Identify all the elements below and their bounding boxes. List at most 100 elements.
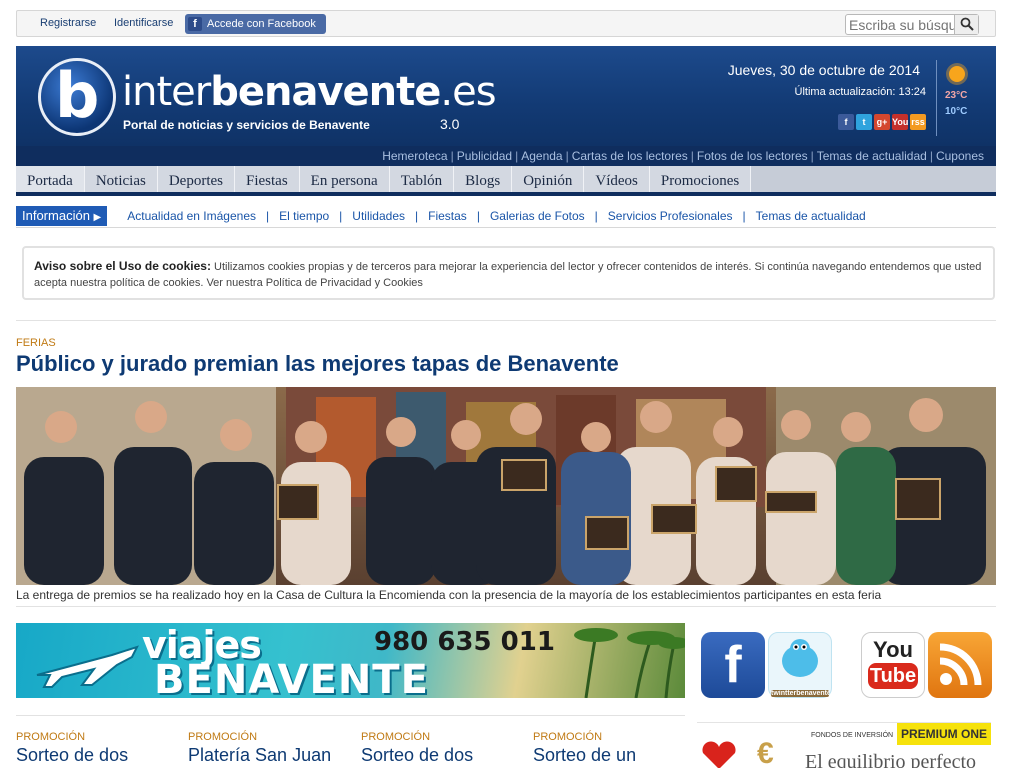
site-header: b interbenavente.es Portal de noticias y… — [16, 46, 996, 146]
secondary-links: Hemeroteca | Publicidad | Agenda | Cartas de l… — [16, 146, 996, 166]
separator: | — [339, 208, 343, 223]
cookie-notice: Aviso sobre el Uso de cookies: Utilizamo… — [22, 246, 995, 300]
airplane-icon — [36, 645, 139, 688]
facebook-icon: f — [724, 636, 742, 694]
secondary-link-cupones[interactable]: Cupones — [936, 149, 984, 163]
promo-title[interactable]: Sorteo de dos — [16, 745, 176, 765]
ad-tagline: El equilibrio perfecto — [805, 751, 977, 768]
nav-tab-vídeos[interactable]: Vídeos — [584, 166, 650, 192]
info-link-temas-de-actualidad[interactable]: Temas de actualidad — [756, 209, 866, 223]
site-logo[interactable]: b — [38, 58, 116, 136]
facebook-login-button[interactable]: f Accede con Facebook — [185, 14, 326, 34]
promo-title[interactable]: Sorteo de dos — [361, 745, 521, 765]
promo-item[interactable]: PROMOCIÓN Sorteo de un — [533, 731, 693, 765]
login-link[interactable]: Identificarse — [114, 17, 173, 29]
facebook-icon[interactable]: f — [838, 114, 854, 130]
nav-tab-promociones[interactable]: Promociones — [649, 166, 752, 192]
temperature-low: 10°C — [945, 106, 968, 117]
promo-title[interactable]: Sorteo de un — [533, 745, 693, 765]
sun-icon — [949, 66, 965, 82]
secondary-link-hemeroteca[interactable]: Hemeroteca — [382, 149, 447, 163]
weather-widget[interactable]: 23°C 10°C — [936, 60, 996, 136]
info-link-utilidades[interactable]: Utilidades — [352, 209, 405, 223]
story-photo[interactable] — [16, 387, 996, 585]
info-link-galerias-de-fotos[interactable]: Galerias de Fotos — [490, 209, 585, 223]
youtube-icon[interactable]: You — [892, 114, 908, 130]
twitter-label: twintterbenavente — [771, 690, 829, 697]
euro-icon: € — [757, 737, 774, 768]
heart-icon — [702, 741, 736, 768]
banner-brand: BENAVENTE — [154, 657, 429, 698]
promo-title[interactable]: Platería San Juan — [188, 745, 348, 765]
separator: | — [594, 208, 598, 223]
top-bar: Registrarse Identificarse f Accede con F… — [16, 10, 996, 37]
nav-tab-tablón[interactable]: Tablón — [389, 166, 455, 192]
banner-phone: 980 635 011 — [374, 627, 555, 657]
info-label[interactable]: Información ▶ — [16, 205, 108, 226]
google-plus-icon[interactable]: g+ — [874, 114, 890, 130]
search-icon — [960, 17, 974, 31]
facebook-icon: f — [188, 17, 202, 31]
secondary-link-cartas-de-los-lectores[interactable]: Cartas de los lectores — [572, 149, 688, 163]
promo-item[interactable]: PROMOCIÓN Sorteo de dos — [361, 731, 521, 765]
nav-tab-noticias[interactable]: Noticias — [84, 166, 158, 192]
promo-item[interactable]: PROMOCIÓN Sorteo de dos — [16, 731, 176, 765]
header-social-links: f t g+ You rss — [838, 114, 926, 130]
secondary-link-publicidad[interactable]: Publicidad — [457, 149, 512, 163]
cookie-notice-title: Aviso sobre el Uso de cookies: — [34, 259, 211, 273]
info-link-actualidad-en-imágenes[interactable]: Actualidad en Imágenes — [127, 209, 256, 223]
promo-kicker: PROMOCIÓN — [533, 731, 603, 743]
nav-tab-opinión[interactable]: Opinión — [512, 166, 585, 192]
promo-kicker: PROMOCIÓN — [16, 731, 86, 743]
facebook-link[interactable]: f — [701, 632, 765, 698]
award-group-photo — [16, 387, 996, 585]
rss-icon[interactable]: rss — [910, 114, 926, 130]
secondary-link-temas-de-actualidad[interactable]: Temas de actualidad — [817, 149, 927, 163]
secondary-link-fotos-de-los-lectores[interactable]: Fotos de los lectores — [697, 149, 808, 163]
twitter-icon[interactable]: t — [856, 114, 872, 130]
separator: | — [810, 149, 814, 163]
info-link-fiestas[interactable]: Fiestas — [428, 209, 467, 223]
separator: | — [690, 149, 694, 163]
viajes-benavente-ad[interactable]: viajes BENAVENTE 980 635 011 — [16, 623, 685, 698]
nav-tab-blogs[interactable]: Blogs — [454, 166, 513, 192]
info-link-servicios-profesionales[interactable]: Servicios Profesionales — [608, 209, 733, 223]
youtube-icon: You — [873, 637, 913, 662]
youtube-link[interactable]: You Tube — [861, 632, 925, 698]
twitter-bird-icon — [782, 639, 818, 677]
nav-tab-deportes[interactable]: Deportes — [157, 166, 235, 192]
search-box — [845, 14, 979, 35]
nav-tab-portada[interactable]: Portada — [16, 166, 85, 192]
promo-item[interactable]: PROMOCIÓN Platería San Juan — [188, 731, 348, 765]
info-link-el-tiempo[interactable]: El tiempo — [279, 209, 329, 223]
separator: | — [450, 149, 454, 163]
story-headline[interactable]: Público y jurado premian las mejores tap… — [16, 351, 996, 377]
twitter-link[interactable]: twintterbenavente — [768, 632, 832, 698]
divider — [16, 715, 685, 716]
search-input[interactable] — [846, 15, 954, 34]
temperature-high: 23°C — [945, 90, 968, 101]
rss-link[interactable] — [928, 632, 992, 698]
secondary-link-agenda[interactable]: Agenda — [521, 149, 562, 163]
promo-kicker: PROMOCIÓN — [188, 731, 258, 743]
premium-one-ad[interactable]: € FONDOS DE INVERSIÓN PREMIUM ONE El equ… — [697, 722, 991, 768]
main-navigation: Portada Noticias Deportes Fiestas En persona… — [16, 166, 996, 196]
divider — [16, 606, 996, 607]
facebook-login-label: Accede con Facebook — [207, 18, 316, 30]
nav-tab-en-persona[interactable]: En persona — [299, 166, 390, 192]
last-updated: Última actualización: 13:24 — [794, 86, 926, 98]
search-button[interactable] — [954, 15, 978, 34]
separator: | — [742, 208, 746, 223]
arrow-right-icon: ▶ — [93, 211, 102, 223]
separator: | — [415, 208, 419, 223]
separator: | — [476, 208, 480, 223]
ad-small-text: FONDOS DE INVERSIÓN — [811, 732, 894, 739]
divider — [16, 320, 996, 321]
story-kicker[interactable]: FERIAS — [16, 337, 56, 349]
story-caption: La entrega de premios se ha realizado ho… — [16, 588, 882, 602]
nav-tab-fiestas[interactable]: Fiestas — [234, 166, 300, 192]
site-name[interactable]: interbenavente.es — [122, 70, 497, 114]
register-link[interactable]: Registrarse — [40, 17, 96, 29]
separator: | — [266, 208, 270, 223]
palm-trees-icon — [574, 628, 685, 698]
